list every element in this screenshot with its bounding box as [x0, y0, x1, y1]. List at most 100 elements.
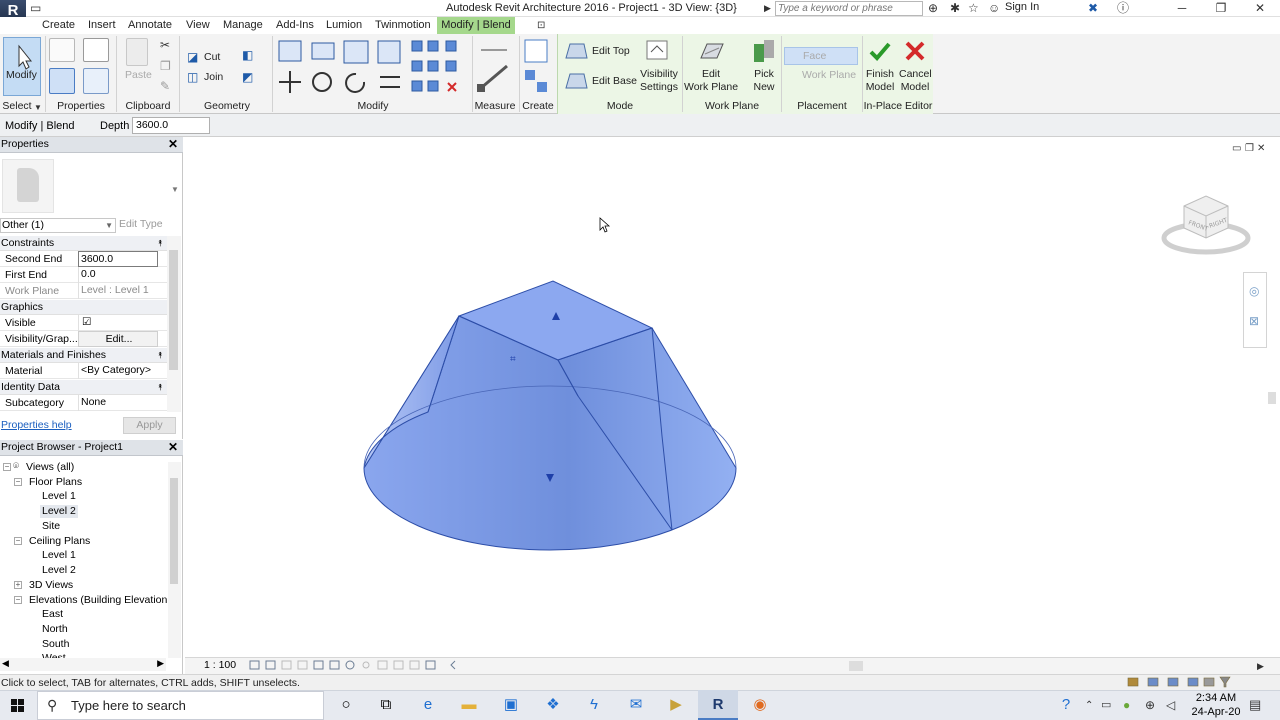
tab-annotate[interactable]: Annotate	[128, 19, 172, 31]
match-type-icon[interactable]: ✎	[160, 78, 170, 94]
properties-close-icon[interactable]: ✕	[168, 137, 178, 152]
measure-icon[interactable]	[477, 40, 517, 94]
tab-modify-blend[interactable]: Modify | Blend	[437, 17, 515, 34]
cut-scissors-icon[interactable]: ✂	[160, 37, 170, 53]
cancel-model-label-1[interactable]: Cancel	[899, 68, 932, 81]
subscription-icon[interactable]: ✱	[950, 0, 960, 16]
family-category-icon[interactable]	[83, 68, 109, 94]
tree-collapse-icon[interactable]: −	[14, 537, 22, 545]
cut-geometry-label[interactable]: Cut	[204, 51, 220, 64]
type-properties-icon[interactable]	[49, 38, 75, 62]
tree-item-floor-level-1[interactable]: Level 1	[42, 490, 76, 503]
viewcube[interactable]: FRONT RIGHT	[1160, 188, 1256, 258]
tree-item-north[interactable]: North	[42, 623, 68, 636]
task-view-icon[interactable]: ⧉	[366, 690, 406, 720]
placement-work-plane-button[interactable]: Work Plane	[784, 67, 858, 85]
visibility-edit-button[interactable]: Edit...	[78, 331, 158, 347]
tab-create[interactable]: Create	[42, 19, 75, 31]
taskbar-clock-date[interactable]: 24-Apr-20	[1186, 706, 1246, 718]
edit-base-icon[interactable]	[563, 70, 589, 92]
edit-work-plane-label-2[interactable]: Work Plane	[684, 81, 738, 94]
tree-item-site[interactable]: Site	[42, 520, 60, 533]
firefox-icon[interactable]: ◉	[740, 690, 780, 720]
select-pane-label[interactable]: Select	[2, 99, 32, 113]
tree-expand-icon[interactable]: +	[14, 581, 22, 589]
help-icon[interactable]: ⓘ	[1117, 0, 1129, 16]
tree-item-ceiling-level-1[interactable]: Level 1	[42, 549, 76, 562]
tree-item-ceiling-level-2[interactable]: Level 2	[42, 564, 76, 577]
group-identity-data[interactable]: Identity Data ⯭	[0, 380, 167, 395]
family-types-icon[interactable]	[83, 38, 109, 62]
expand-arrow-icon[interactable]: ▶	[764, 0, 771, 16]
placement-face-button[interactable]: Face	[784, 47, 858, 65]
depth-input[interactable]: 3600.0	[132, 117, 210, 134]
edit-top-icon[interactable]	[563, 40, 589, 60]
volume-icon[interactable]: ◁	[1166, 697, 1175, 713]
pick-new-label-2[interactable]: New	[752, 81, 776, 94]
split-face-icon[interactable]: ◩	[242, 69, 253, 85]
network-globe-icon[interactable]: ⊕	[1145, 697, 1155, 713]
zoom-region-icon[interactable]: ⊠	[1249, 313, 1259, 329]
second-end-input[interactable]: 3600.0	[78, 251, 158, 267]
copy-icon[interactable]: ❐	[160, 58, 171, 74]
finish-checkmark-icon[interactable]	[869, 40, 891, 62]
first-end-input[interactable]: 0.0	[78, 267, 158, 283]
tray-expand-icon[interactable]: ⌃	[1085, 698, 1093, 714]
minimize-button[interactable]: ─	[1162, 0, 1202, 17]
group-constraints[interactable]: Constraints ⯭	[0, 236, 167, 251]
tab-twinmotion[interactable]: Twinmotion	[375, 19, 431, 31]
edit-work-plane-label-1[interactable]: Edit	[686, 68, 736, 81]
binoculars-icon[interactable]: ⊕	[928, 0, 938, 16]
view-minimize-icon[interactable]: ▭	[1232, 141, 1241, 157]
ribbon-minimize-icon[interactable]: ⊡	[537, 18, 545, 34]
scroll-right-icon[interactable]: ▶	[1257, 658, 1264, 674]
pick-new-icon[interactable]	[750, 38, 778, 66]
dropbox-icon[interactable]: ❖	[533, 690, 573, 720]
visibility-settings-icon[interactable]	[643, 38, 673, 66]
app-bolt-icon[interactable]: ϟ	[574, 690, 614, 720]
browser-horizontal-scrollbar[interactable]: ◀ ▶	[0, 658, 166, 671]
properties-scrollbar[interactable]	[167, 236, 181, 412]
edit-base-button[interactable]: Edit Base	[592, 75, 637, 88]
visibility-settings-label-1[interactable]: Visibility	[638, 68, 680, 81]
element-filter-select[interactable]: Other (1) ▼	[0, 218, 116, 233]
view-control-icons[interactable]	[248, 658, 458, 672]
tree-item-3d-views[interactable]: 3D Views	[29, 579, 73, 592]
user-icon[interactable]: ☺	[988, 0, 1000, 16]
store-icon[interactable]: ▣	[491, 690, 531, 720]
revit-taskbar-icon[interactable]: R	[698, 690, 738, 720]
type-dropdown-icon[interactable]: ▼	[171, 182, 179, 198]
tree-collapse-icon[interactable]: −	[3, 463, 11, 471]
tab-manage[interactable]: Manage	[223, 19, 263, 31]
view-restore-icon[interactable]: ❐	[1245, 141, 1254, 157]
mail-icon[interactable]: ✉	[616, 690, 656, 720]
media-player-icon[interactable]: ▶	[656, 690, 696, 720]
modify-button[interactable]: Modify	[3, 37, 41, 96]
tree-collapse-icon[interactable]: −	[14, 596, 22, 604]
modify-tools-icons[interactable]	[276, 37, 472, 97]
view-scale[interactable]: 1 : 100	[204, 659, 236, 671]
view-horizontal-scroll-thumb[interactable]	[849, 661, 863, 671]
cortana-icon[interactable]: ○	[326, 690, 366, 720]
finish-model-label-1[interactable]: Finish	[866, 68, 894, 81]
taskbar-clock-time[interactable]: 2:34 AM	[1190, 692, 1242, 704]
pick-new-label-1[interactable]: Pick	[753, 68, 775, 81]
maximize-button[interactable]: ❐	[1201, 0, 1241, 17]
windows-start-icon[interactable]	[0, 690, 36, 720]
help-search-input[interactable]: Type a keyword or phrase	[775, 1, 923, 16]
notifications-icon[interactable]: ▤	[1249, 697, 1261, 713]
visible-checkbox[interactable]: ☑	[78, 315, 158, 331]
selection-filter-icons[interactable]	[1126, 675, 1236, 689]
exchange-apps-icon[interactable]: ✖	[1088, 0, 1098, 16]
view-close-icon[interactable]: ✕	[1257, 141, 1265, 157]
finish-model-label-2[interactable]: Model	[864, 81, 896, 94]
help-tray-icon[interactable]: ?	[1048, 690, 1084, 720]
tab-insert[interactable]: Insert	[88, 19, 116, 31]
join-geometry-label[interactable]: Join	[204, 71, 223, 84]
tree-collapse-icon[interactable]: −	[14, 478, 22, 486]
battery-icon[interactable]: ▭	[1101, 697, 1111, 713]
material-value[interactable]: <By Category>	[78, 363, 158, 379]
tray-app-icon[interactable]: ●	[1123, 697, 1130, 713]
cancel-model-label-2[interactable]: Model	[899, 81, 931, 94]
apply-button[interactable]: Apply	[123, 417, 176, 434]
